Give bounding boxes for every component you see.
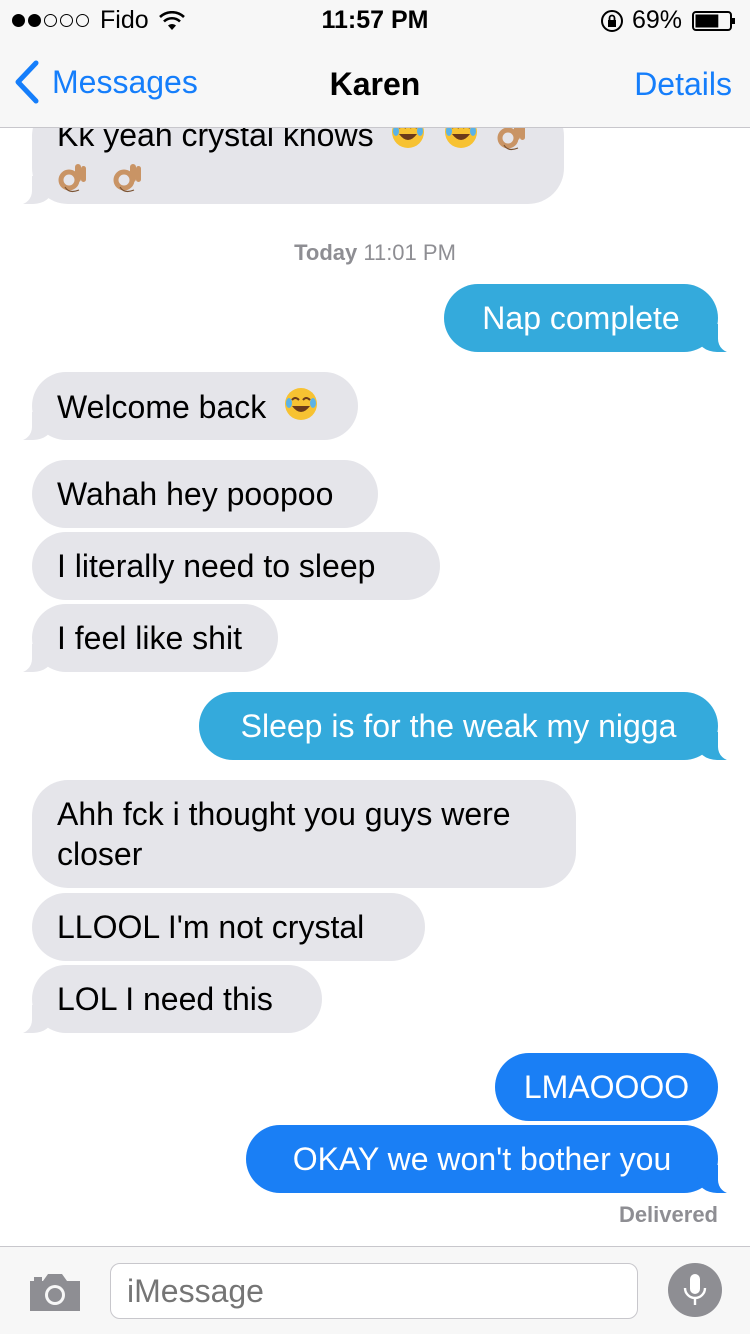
microphone-icon [683, 1274, 707, 1305]
message-text: LLOOL I'm not crystal [57, 909, 365, 945]
battery-icon [692, 10, 735, 31]
message-text: LOL I need this [57, 981, 273, 1017]
message-text: Nap complete [482, 300, 680, 336]
navigation-bar: Messages Karen Details [0, 40, 750, 128]
message-bubble-incoming[interactable]: LLOOL I'm not crystal [32, 893, 425, 961]
message-text: I literally need to sleep [57, 548, 376, 584]
message-text: Wahah hey poopoo [57, 476, 334, 512]
message-bubble-incoming[interactable]: Ahh fck i thought you guys were closer [32, 780, 576, 888]
status-right: 69% [600, 6, 736, 35]
message-input-bar [0, 1246, 750, 1334]
message-bubble-incoming[interactable]: I literally need to sleep [32, 532, 440, 600]
details-button[interactable]: Details [634, 66, 732, 103]
conversation-timestamp: Today 11:01 PM [0, 240, 750, 266]
ok-hand-icon [112, 160, 144, 194]
conversation-thread[interactable]: Kk yeah crystal knows Today 11:01 PM Nap… [0, 0, 750, 1245]
message-bubble-outgoing[interactable]: Sleep is for the weak my nigga [199, 692, 742, 761]
message-bubble-incoming[interactable]: LOL I need this [8, 965, 322, 1034]
face-with-tears-of-joy-icon [283, 386, 319, 422]
message-text: Welcome back [57, 389, 267, 425]
message-text: OKAY we won't bother you [292, 1141, 672, 1177]
rotation-lock-icon [600, 9, 623, 32]
message-text: Ahh fck i thought you guys were closer [57, 796, 511, 872]
camera-icon[interactable] [28, 1271, 82, 1313]
microphone-button[interactable] [668, 1263, 722, 1317]
battery-percent: 69% [631, 6, 682, 34]
back-label: Messages [52, 63, 198, 100]
message-bubble-outgoing[interactable]: OKAY we won't bother you [246, 1125, 742, 1194]
message-text: LMAOOOO [523, 1069, 690, 1105]
message-text: Sleep is for the weak my nigga [240, 708, 677, 744]
imessage-input[interactable] [110, 1263, 638, 1319]
message-bubble-outgoing[interactable]: LMAOOOO [495, 1053, 718, 1121]
ok-hand-icon [57, 160, 89, 194]
status-bar: Fido 11:57 PM 69% [0, 0, 750, 40]
message-bubble-incoming[interactable]: Welcome back [8, 372, 358, 441]
message-bubble-incoming[interactable]: Wahah hey poopoo [32, 460, 378, 528]
message-text: I feel like shit [57, 620, 242, 656]
message-bubble-incoming[interactable]: I feel like shit [8, 604, 278, 673]
chevron-left-icon [15, 60, 39, 104]
messages-app: Kk yeah crystal knows Today 11:01 PM Nap… [0, 0, 750, 1334]
message-bubble-outgoing[interactable]: Nap complete [444, 284, 742, 353]
timestamp-day: Today [294, 240, 358, 265]
timestamp-time: 11:01 PM [363, 240, 456, 265]
delivery-status: Delivered [618, 1202, 718, 1227]
back-button[interactable]: Messages [14, 60, 198, 104]
